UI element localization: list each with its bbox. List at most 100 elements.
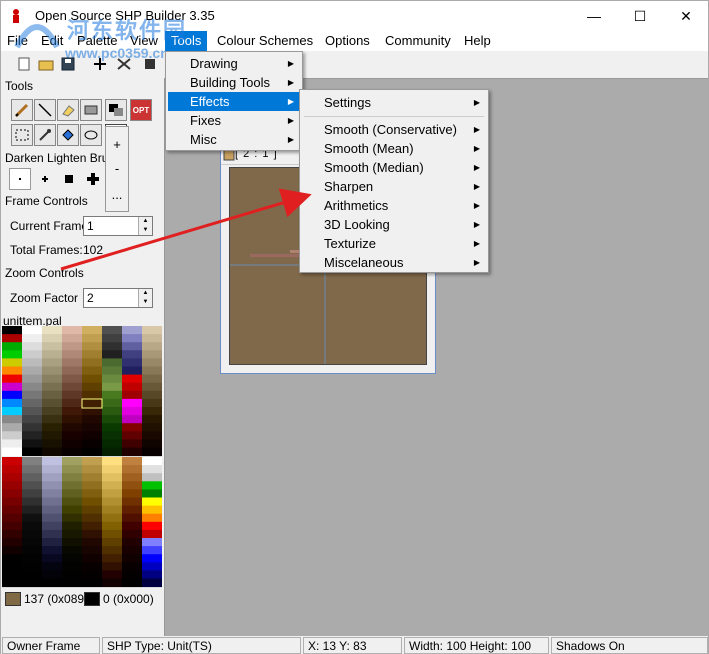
palette-swatch[interactable]: [42, 473, 62, 482]
menu-file[interactable]: File: [1, 31, 34, 51]
palette-swatch[interactable]: [42, 546, 62, 555]
palette-swatch[interactable]: [42, 481, 62, 490]
palette-swatch[interactable]: [22, 439, 42, 448]
palette-swatch[interactable]: [82, 415, 102, 424]
palette-swatch[interactable]: [62, 423, 82, 432]
palette-swatch[interactable]: [82, 465, 102, 474]
palette-swatch[interactable]: [122, 546, 142, 555]
palette-swatch[interactable]: [62, 431, 82, 440]
palette-swatch[interactable]: [142, 473, 162, 482]
palette-swatch[interactable]: [2, 578, 22, 588]
palette-swatch[interactable]: [2, 398, 22, 408]
new-file-icon[interactable]: [15, 55, 33, 73]
palette-swatch[interactable]: [82, 358, 102, 367]
palette-swatch[interactable]: [122, 473, 142, 482]
palette-swatch[interactable]: [2, 366, 22, 376]
palette-swatch[interactable]: [22, 423, 42, 432]
menu-item-miscelaneous[interactable]: Miscelaneous ▶: [302, 253, 486, 272]
palette-swatch[interactable]: [122, 465, 142, 474]
palette-swatch[interactable]: [22, 382, 42, 392]
menu-palette[interactable]: Palette: [71, 31, 123, 51]
palette-swatch[interactable]: [42, 570, 62, 579]
palette-swatch[interactable]: [62, 350, 82, 359]
palette-swatch[interactable]: [82, 447, 102, 457]
palette-swatch[interactable]: [102, 439, 122, 448]
brush-size-4[interactable]: [82, 168, 104, 190]
palette-swatches[interactable]: [2, 326, 162, 588]
palette-swatch[interactable]: [82, 489, 102, 498]
palette-swatch[interactable]: [142, 546, 162, 555]
palette-swatch[interactable]: [102, 431, 122, 440]
palette-swatch[interactable]: [82, 326, 102, 335]
palette-swatch[interactable]: [82, 481, 102, 490]
menu-item-smooth-mean[interactable]: Smooth (Mean) ▶: [302, 139, 486, 158]
palette-swatch[interactable]: [102, 497, 122, 507]
palette-swatch[interactable]: [62, 546, 82, 555]
palette-swatch[interactable]: [82, 546, 102, 555]
palette-swatch[interactable]: [122, 390, 142, 400]
palette-swatch[interactable]: [42, 358, 62, 367]
palette-swatch[interactable]: [2, 431, 22, 440]
brush-mode-plus[interactable]: +: [106, 137, 128, 152]
palette-swatch[interactable]: [62, 529, 82, 539]
palette-swatch[interactable]: [142, 562, 162, 571]
palette-swatch[interactable]: [42, 407, 62, 416]
palette-swatch[interactable]: [62, 473, 82, 482]
palette-swatch[interactable]: [42, 366, 62, 376]
palette-swatch[interactable]: [42, 521, 62, 531]
maximize-button[interactable]: ☐: [617, 1, 663, 31]
menu-tools[interactable]: Tools: [165, 31, 208, 51]
palette-swatch[interactable]: [42, 334, 62, 343]
palette-swatch[interactable]: [102, 529, 122, 539]
palette-swatch[interactable]: [102, 570, 122, 579]
flood-fill-icon[interactable]: [57, 124, 79, 146]
palette-swatch[interactable]: [122, 562, 142, 571]
menu-item-texturize[interactable]: Texturize ▶: [302, 234, 486, 253]
palette-swatch[interactable]: [102, 513, 122, 523]
menu-item-building-tools[interactable]: Building Tools ▶: [168, 73, 300, 92]
palette-swatch[interactable]: [22, 447, 42, 457]
palette-swatch[interactable]: [82, 521, 102, 531]
palette-swatch[interactable]: [102, 358, 122, 367]
palette-swatch[interactable]: [22, 342, 42, 351]
palette-swatch[interactable]: [82, 342, 102, 351]
palette-swatch[interactable]: [122, 350, 142, 359]
palette-swatch[interactable]: [102, 326, 122, 335]
palette-swatch[interactable]: [142, 407, 162, 416]
palette-swatch[interactable]: [2, 554, 22, 563]
palette-swatch[interactable]: [2, 481, 22, 490]
select-icon[interactable]: [11, 124, 33, 146]
add-frame-icon[interactable]: [91, 55, 109, 73]
palette-swatch[interactable]: [42, 350, 62, 359]
palette-swatch[interactable]: [62, 366, 82, 376]
palette-swatch[interactable]: [102, 538, 122, 547]
palette-swatch[interactable]: [122, 447, 142, 457]
palette-swatch[interactable]: [122, 497, 142, 507]
palette-swatch[interactable]: [22, 465, 42, 474]
palette-swatch[interactable]: [42, 390, 62, 400]
palette-swatch[interactable]: [62, 326, 82, 335]
palette-swatch[interactable]: [42, 447, 62, 457]
palette-swatch[interactable]: [122, 529, 142, 539]
palette-swatch[interactable]: [102, 423, 122, 432]
menu-item-effects[interactable]: Effects ▶: [168, 92, 300, 111]
palette-swatch[interactable]: [2, 497, 22, 507]
palette-swatch[interactable]: [82, 431, 102, 440]
palette-swatch[interactable]: [82, 554, 102, 563]
brush-mode-minus[interactable]: -: [106, 161, 128, 176]
palette-swatch[interactable]: [22, 407, 42, 416]
palette-swatch[interactable]: [102, 562, 122, 571]
palette-swatch[interactable]: [2, 439, 22, 448]
palette-swatch[interactable]: [22, 546, 42, 555]
open-folder-icon[interactable]: [37, 55, 55, 73]
palette-swatch[interactable]: [102, 465, 122, 474]
palette-swatch[interactable]: [82, 366, 102, 376]
palette-swatch[interactable]: [142, 481, 162, 490]
palette-swatch[interactable]: [42, 562, 62, 571]
palette-swatch[interactable]: [122, 382, 142, 392]
palette-swatch[interactable]: [102, 457, 122, 466]
eyedropper-icon[interactable]: [34, 124, 56, 146]
palette-swatch[interactable]: [102, 473, 122, 482]
palette-swatch[interactable]: [122, 431, 142, 440]
palette-swatch[interactable]: [122, 481, 142, 490]
